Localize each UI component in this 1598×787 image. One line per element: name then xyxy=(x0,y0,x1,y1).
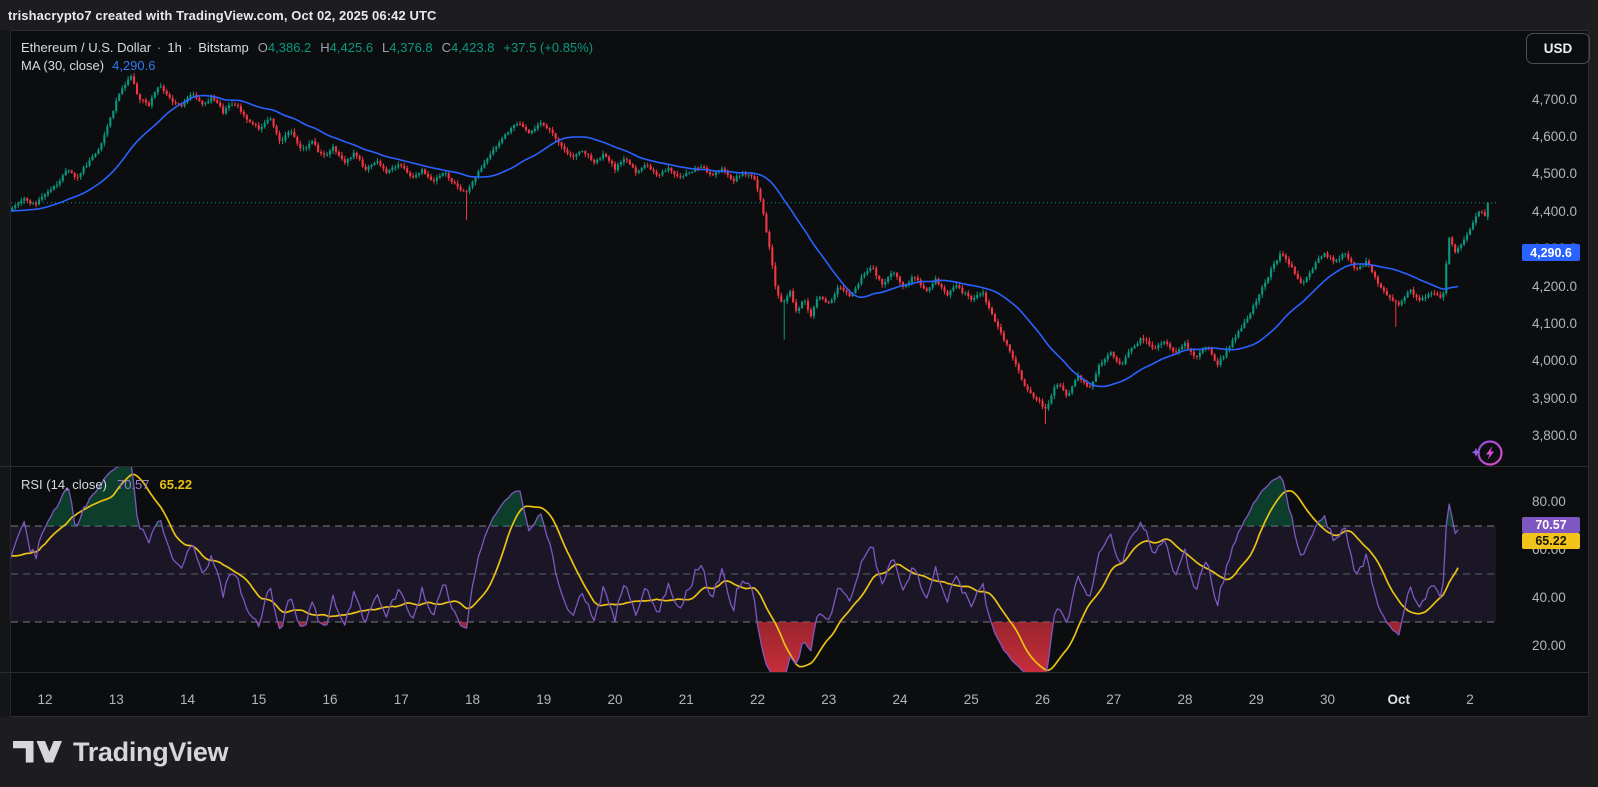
ohlc-open-value: 4,386.2 xyxy=(268,40,311,55)
ohlc-close-label: C xyxy=(442,40,451,55)
time-axis-label: 17 xyxy=(394,692,409,707)
ohlc-low-label: L xyxy=(382,40,389,55)
ohlc-low-value: 4,376.8 xyxy=(389,40,432,55)
change-value: +37.5 (+0.85%) xyxy=(503,40,593,55)
symbol-title: Ethereum / U.S. Dollar xyxy=(21,40,151,55)
time-axis-label: 28 xyxy=(1177,692,1192,707)
price-axis-label: 4,700.0 xyxy=(1532,92,1577,107)
boost-lightning-icon[interactable] xyxy=(1466,434,1510,472)
time-axis-label: 21 xyxy=(679,692,694,707)
time-axis-label: 29 xyxy=(1249,692,1264,707)
time-axis-label: 26 xyxy=(1035,692,1050,707)
time-axis-label: 15 xyxy=(251,692,266,707)
ohlc-high-value: 4,425.6 xyxy=(330,40,373,55)
rsi-pane-chart[interactable] xyxy=(11,467,1496,672)
rsi-legend-value: 70.57 xyxy=(117,477,150,492)
time-axis-label: 22 xyxy=(750,692,765,707)
footer-bar: TradingView xyxy=(0,717,1598,787)
rsi-legend-label: RSI (14, close) xyxy=(21,477,107,492)
price-axis-label: 4,100.0 xyxy=(1532,316,1577,331)
time-axis-label: 19 xyxy=(536,692,551,707)
pane-separator[interactable] xyxy=(0,466,1589,467)
rsi-axis-label: 20.00 xyxy=(1532,638,1566,653)
ohlc-open-label: O xyxy=(258,40,268,55)
price-pane-chart[interactable] xyxy=(11,31,1496,466)
price-axis-label: 4,600.0 xyxy=(1532,129,1577,144)
time-axis-label: 30 xyxy=(1320,692,1335,707)
time-axis-label: 12 xyxy=(37,692,52,707)
rsi-legend: RSI (14, close) 70.57 65.22 xyxy=(21,477,192,492)
time-axis-label: 27 xyxy=(1106,692,1121,707)
ohlc-close-value: 4,423.8 xyxy=(451,40,494,55)
rsi-axis-label: 40.00 xyxy=(1532,590,1566,605)
tradingview-logo: TradingView xyxy=(13,737,228,768)
tradingview-snapshot: trishacrypto7 created with TradingView.c… xyxy=(0,0,1598,787)
currency-toggle-button[interactable]: USD xyxy=(1526,33,1590,64)
time-axis-separator xyxy=(0,672,1589,673)
ma-legend-label: MA (30, close) xyxy=(21,58,104,73)
price-axis-label: 4,200.0 xyxy=(1532,279,1577,294)
tradingview-logo-text: TradingView xyxy=(73,737,228,768)
exchange-label: Bitstamp xyxy=(198,40,249,55)
tradingview-logo-icon xyxy=(13,741,63,763)
time-axis-label: 24 xyxy=(892,692,907,707)
time-axis-label: 18 xyxy=(465,692,480,707)
symbol-legend: Ethereum / U.S. Dollar · 1h · Bitstamp O… xyxy=(21,40,593,55)
price-axis-label: 3,900.0 xyxy=(1532,391,1577,406)
time-axis-label: Oct xyxy=(1388,692,1411,707)
attribution-text: trishacrypto7 created with TradingView.c… xyxy=(8,8,437,23)
time-axis-label: 20 xyxy=(607,692,622,707)
price-axis-label: 3,800.0 xyxy=(1532,428,1577,443)
time-axis-label: 2 xyxy=(1466,692,1474,707)
time-axis-label: 16 xyxy=(322,692,337,707)
time-axis-label: 25 xyxy=(964,692,979,707)
ma-value-badge: 4,290.6 xyxy=(1522,244,1580,261)
ma-legend: MA (30, close) 4,290.6 xyxy=(21,58,155,73)
left-margin-strip xyxy=(0,30,11,717)
rsi-ma-value-badge: 65.22 xyxy=(1522,533,1580,549)
attribution-bar: trishacrypto7 created with TradingView.c… xyxy=(0,0,1598,30)
rsi-value-badge: 70.57 xyxy=(1522,517,1580,533)
time-axis-label: 13 xyxy=(109,692,124,707)
rsi-ma-legend-value: 65.22 xyxy=(160,477,193,492)
time-axis-label: 23 xyxy=(821,692,836,707)
rsi-axis-label: 80.00 xyxy=(1532,494,1566,509)
ohlc-high-label: H xyxy=(320,40,329,55)
interval-label: 1h xyxy=(167,40,181,55)
price-axis-label: 4,000.0 xyxy=(1532,353,1577,368)
price-axis-label: 4,500.0 xyxy=(1532,166,1577,181)
ma-legend-value: 4,290.6 xyxy=(112,58,155,73)
time-axis-label: 14 xyxy=(180,692,195,707)
price-axis-label: 4,400.0 xyxy=(1532,204,1577,219)
